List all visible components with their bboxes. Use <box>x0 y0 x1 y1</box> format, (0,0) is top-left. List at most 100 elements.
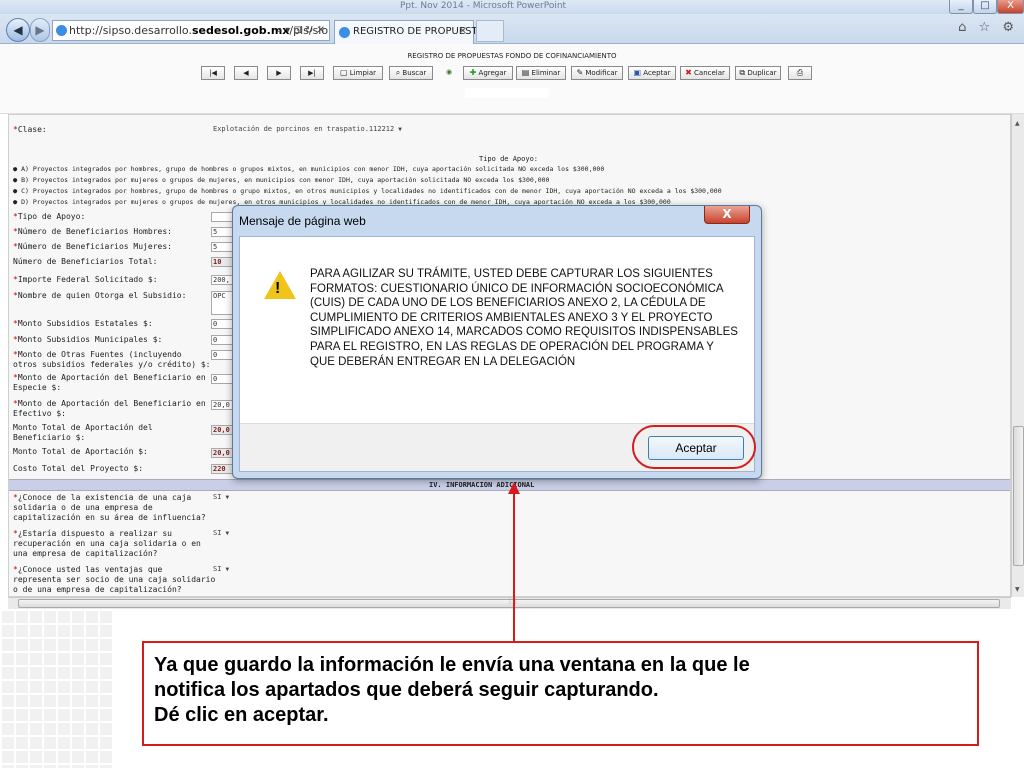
aceptar-toolbar-label: Aceptar <box>643 69 671 77</box>
otras-label-2: otros subsidios federales y/o crédito) $… <box>13 360 211 369</box>
option-a[interactable]: ● A) Proyectos integrados por hombres, g… <box>13 165 604 173</box>
estatales-input[interactable]: 0 <box>211 319 233 329</box>
eliminar-label: Eliminar <box>531 69 561 77</box>
benef-mujeres-input[interactable]: 5 <box>211 242 233 252</box>
q3-label: *¿Conoce usted las ventajas que <box>13 565 163 574</box>
importe-label: *Importe Federal Solicitado $: <box>13 275 158 284</box>
buscar-label: Buscar <box>402 69 427 77</box>
importe-input[interactable]: 200, <box>211 275 233 285</box>
window-title: Ppt. Nov 2014 - Microsoft PowerPoint <box>400 1 567 11</box>
duplicar-button[interactable]: ⧉ Duplicar <box>735 66 781 80</box>
tipo-apoyo-label: *Tipo de Apoyo: <box>13 212 86 221</box>
otorga-textarea[interactable]: OPC <box>211 291 233 315</box>
address-tools-icons[interactable]: ⌕ ▾ ⊡ ↻ ✕ <box>277 21 325 40</box>
dropdown-caret-icon: ▼ <box>398 126 402 133</box>
back-button[interactable]: ◀ <box>6 18 30 42</box>
total-benef-value: 20,0 <box>211 425 233 435</box>
decorative-grid <box>0 609 114 768</box>
vertical-scroll-thumb[interactable] <box>1013 426 1024 566</box>
cancelar-label: Cancelar <box>694 69 725 77</box>
tab-close-icon[interactable]: ✕ <box>459 21 467 43</box>
especie-input[interactable]: 0 <box>211 374 233 384</box>
cancelar-button[interactable]: ✖ Cancelar <box>680 66 730 80</box>
q3-select[interactable]: SI ▼ <box>213 565 229 576</box>
edit-icon: ✎ <box>576 68 584 77</box>
limpiar-button[interactable]: ▢ Limpiar <box>333 66 383 80</box>
annotation-arrow-line <box>513 493 515 641</box>
vertical-scrollbar[interactable]: ▲ ▼ <box>1011 114 1024 597</box>
q3-label-2: representa ser socio de una caja solidar… <box>13 575 216 584</box>
page-title: REGISTRO DE PROPUESTAS FONDO DE COFINANC… <box>407 52 617 60</box>
limpiar-label: Limpiar <box>349 69 377 77</box>
browser-tool-icons[interactable]: ⌂ ☆ ⚙ <box>958 20 1018 35</box>
scroll-down-icon[interactable]: ▼ <box>1015 586 1020 593</box>
clase-select[interactable]: Explotación de porcinos en traspatio.112… <box>213 125 402 136</box>
benef-total-value: 10 <box>211 257 233 267</box>
duplicar-label: Duplicar <box>747 69 777 77</box>
ie-page-icon <box>56 25 67 36</box>
window-titlebar: Ppt. Nov 2014 - Microsoft PowerPoint _ □… <box>0 0 1024 14</box>
modificar-button[interactable]: ✎ Modificar <box>571 66 623 80</box>
highlight-ring <box>632 425 756 469</box>
dialog-title: Mensaje de página web <box>239 214 366 228</box>
modificar-label: Modificar <box>585 69 618 77</box>
option-c[interactable]: ● C) Proyectos integrados por hombres, g… <box>13 187 722 195</box>
total-aport-value: 20,0 <box>211 448 233 458</box>
tipo-apoyo-heading: Tipo de Apoyo: <box>479 155 539 163</box>
ie-tab-icon <box>339 27 350 38</box>
benef-mujeres-label: *Número de Beneficiarios Mujeres: <box>13 242 172 251</box>
horizontal-scroll-thumb[interactable]: ⋮⋮ <box>18 598 1000 608</box>
eliminar-button[interactable]: ▤ Eliminar <box>516 66 566 80</box>
scroll-up-icon[interactable]: ▲ <box>1015 120 1020 127</box>
dialog-close-button[interactable]: X <box>704 206 750 224</box>
q1-label: *¿Conoce de la existencia de una caja <box>13 493 192 502</box>
costo-label: Costo Total del Proyecto $: <box>13 464 144 473</box>
otras-input[interactable]: 0 <box>211 350 233 360</box>
q2-label-2: recuperación en una caja solidaria o en <box>13 539 201 548</box>
tipo-apoyo-input[interactable] <box>211 212 233 222</box>
close-window-button[interactable]: X <box>997 0 1024 14</box>
q2-select[interactable]: SI ▼ <box>213 529 229 540</box>
dropdown-caret-icon: ▼ <box>225 530 230 537</box>
note-line-1: Ya que guardo la información le envía un… <box>154 654 750 676</box>
benef-hombres-input[interactable]: 5 <box>211 227 233 237</box>
total-aport-label: Monto Total de Aportación $: <box>13 447 148 456</box>
total-benef-label: Monto Total de Aportación del <box>13 423 153 432</box>
horizontal-scrollbar[interactable]: ⋮⋮ <box>8 597 1011 609</box>
plus-icon: ✚ <box>469 68 477 77</box>
copy-icon: ⧉ <box>739 68 746 77</box>
agregar-button[interactable]: ✚ Agregar <box>463 66 513 80</box>
option-b[interactable]: ● B) Proyectos integrados por mujeres o … <box>13 176 549 184</box>
prev-record-button[interactable]: ◀ <box>234 66 258 80</box>
maximize-button[interactable]: □ <box>973 0 997 14</box>
q1-label-3: capitalización en su área de influencia? <box>13 513 206 522</box>
efectivo-input[interactable]: 20,0 <box>211 400 233 410</box>
note-line-3: Dé clic en aceptar. <box>154 704 329 726</box>
estatales-label: *Monto Subsidios Estatales $: <box>13 319 153 328</box>
next-record-button[interactable]: ▶ <box>267 66 291 80</box>
address-bar[interactable]: http://sipso.desarrollo.sedesol.gob.mx/p… <box>52 20 330 41</box>
benef-total-label: Número de Beneficiarios Total: <box>13 257 158 266</box>
efectivo-label: *Monto de Aportación del Beneficiario en <box>13 399 206 408</box>
costo-value: 220 <box>211 464 233 474</box>
minimize-button[interactable]: _ <box>949 0 973 14</box>
q1-select[interactable]: SI ▼ <box>213 493 229 504</box>
forward-arrow-icon: ▶ <box>35 23 45 37</box>
q3-label-3: o de una empresa de capitalización? <box>13 585 182 594</box>
q2-label: *¿Estaría dispuesto a realizar su <box>13 529 172 538</box>
first-record-button[interactable]: |◀ <box>201 66 225 80</box>
page-header: REGISTRO DE PROPUESTAS FONDO DE COFINANC… <box>0 44 1024 114</box>
last-record-button[interactable]: ▶| <box>300 66 324 80</box>
browser-navbar: ◀ ▶ http://sipso.desarrollo.sedesol.gob.… <box>0 14 1024 44</box>
aceptar-toolbar-button[interactable]: ▣ Aceptar <box>628 66 676 80</box>
print-button[interactable]: ⎙ <box>788 66 812 80</box>
url-domain: sedesol.gob.mx <box>191 24 290 37</box>
buscar-button[interactable]: ⌕ Buscar <box>389 66 433 80</box>
forward-button[interactable]: ▶ <box>30 18 50 42</box>
municipales-input[interactable]: 0 <box>211 335 233 345</box>
blank-page-icon: ▢ <box>339 68 348 77</box>
new-tab-button[interactable] <box>476 20 504 42</box>
efectivo-label-2: Efectivo $: <box>13 409 66 418</box>
tab-registro[interactable]: REGISTRO DE PROPUESTAS... ✕ <box>334 20 500 44</box>
save-icon: ▣ <box>633 68 642 77</box>
